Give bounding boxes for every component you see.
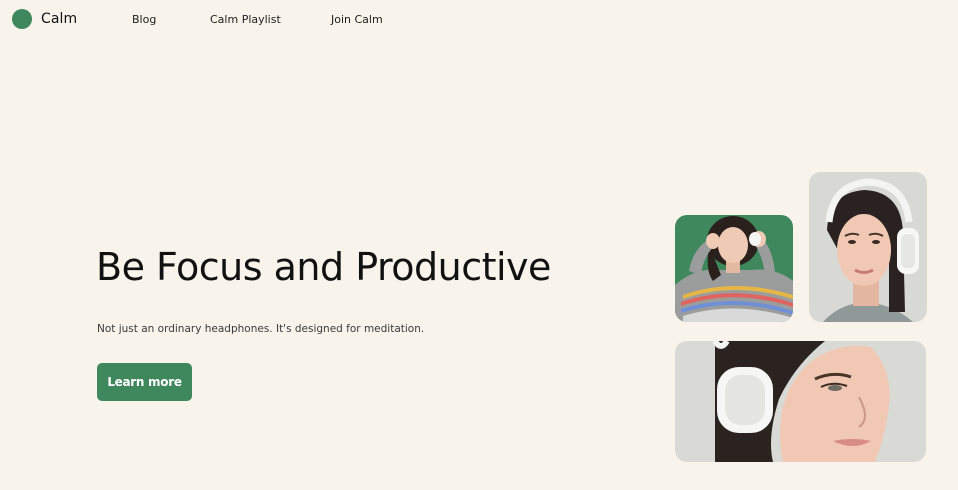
nav-link-join-calm[interactable]: Join Calm	[331, 13, 383, 26]
brand-name: Calm	[41, 11, 78, 27]
nav-link-calm-playlist[interactable]: Calm Playlist	[210, 13, 281, 26]
hero-title: Be Focus and Productive	[96, 245, 551, 289]
hero-subtitle: Not just an ordinary headphones. It's de…	[97, 323, 425, 335]
nav-link-blog[interactable]: Blog	[132, 13, 156, 26]
brand-logo[interactable]: Calm	[12, 9, 77, 29]
woman-headphones-portrait-photo	[809, 172, 927, 322]
landing-page: Calm Blog Calm Playlist Join Calm Be Foc…	[0, 0, 958, 490]
woman-headphones-sweater-photo	[675, 215, 793, 322]
learn-more-button[interactable]: Learn more	[97, 363, 192, 401]
logo-circle-icon	[12, 9, 32, 29]
woman-headphones-closeup-photo	[675, 341, 926, 462]
